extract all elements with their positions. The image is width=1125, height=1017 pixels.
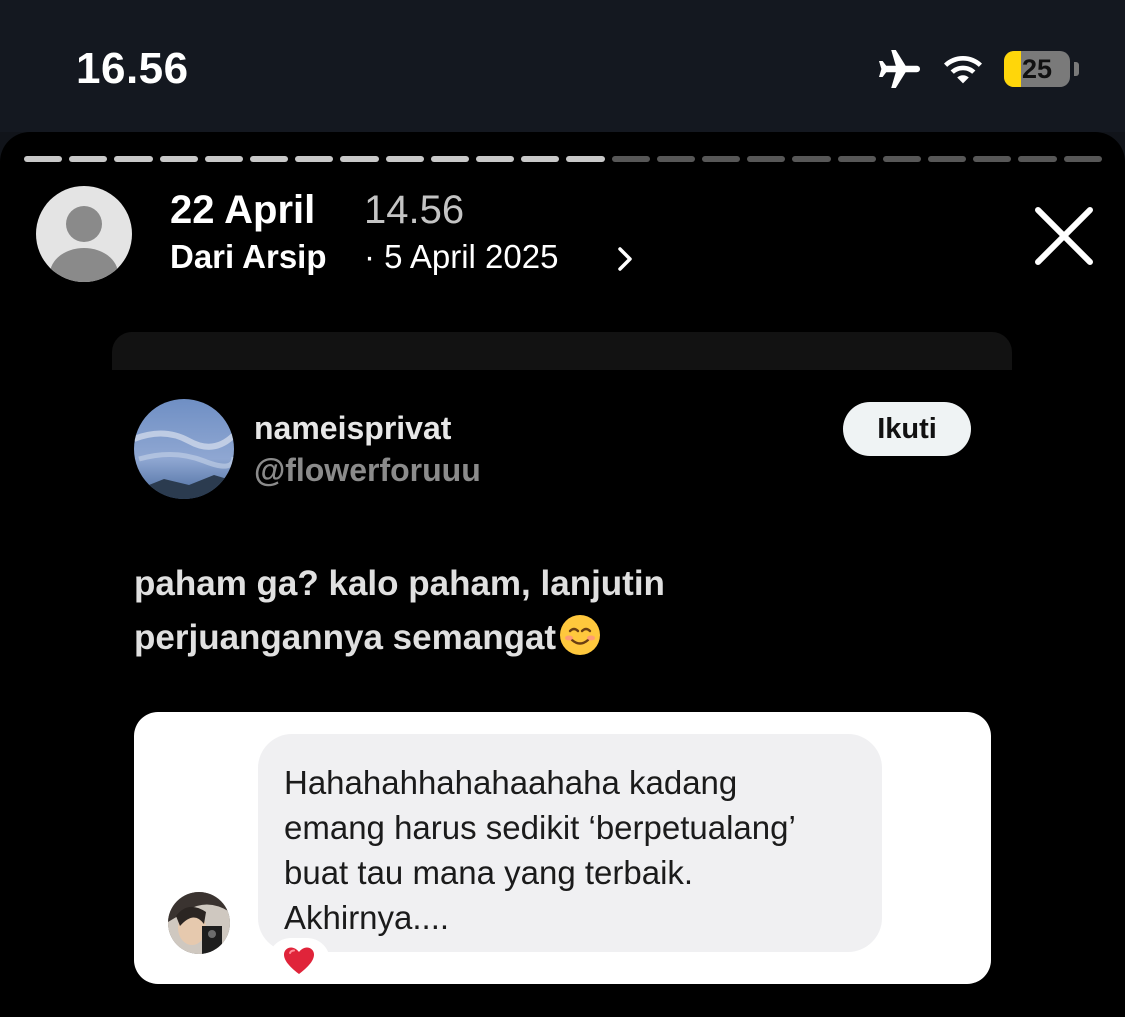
progress-segment <box>295 156 334 162</box>
close-icon <box>1035 207 1093 265</box>
archive-date[interactable]: · 5 April 2025 <box>364 238 558 276</box>
person-photo-image <box>168 892 230 954</box>
progress-segment <box>385 156 424 162</box>
progress-segment <box>204 156 244 162</box>
story-time: 14.56 <box>364 188 465 232</box>
close-button[interactable] <box>1026 198 1102 274</box>
follow-button[interactable]: Ikuti <box>843 402 971 456</box>
progress-segment <box>566 156 605 162</box>
progress-segment <box>430 156 470 162</box>
default-user-icon <box>50 206 118 282</box>
progress-segment <box>250 156 289 162</box>
battery-icon: 25 <box>1004 51 1070 87</box>
message-reaction[interactable] <box>268 938 330 984</box>
chat-message-line: emang harus sedikit ‘berpetualang’ <box>284 809 796 846</box>
progress-segment <box>928 156 967 162</box>
airplane-icon <box>879 50 920 88</box>
progress-segment <box>69 156 108 162</box>
status-icons: 25 <box>876 46 1079 92</box>
sky-avatar-image <box>134 399 234 499</box>
chat-message: Hahahahhahahaahaha kadang emang harus se… <box>284 760 874 940</box>
chat-bubble: Hahahahhahahaahaha kadang emang harus se… <box>258 734 882 952</box>
progress-segment <box>114 156 153 162</box>
progress-segment <box>340 156 379 162</box>
progress-segment <box>1018 156 1057 162</box>
shared-screenshot: nameisprivat @flowerforuuu Ikuti paham g… <box>112 332 1012 1017</box>
chat-message-line: buat tau mana yang terbaik. <box>284 854 694 891</box>
progress-segment <box>521 156 560 162</box>
progress-segment <box>882 156 922 162</box>
progress-segment <box>656 156 696 162</box>
progress-segment <box>973 156 1012 162</box>
progress-segment <box>702 156 741 162</box>
tweet-handle: @flowerforuuu <box>254 452 481 488</box>
progress-segment <box>24 156 63 162</box>
wifi-icon <box>944 56 982 84</box>
progress-segment <box>159 156 198 162</box>
progress-segment <box>747 156 786 162</box>
tweet-display-name: nameisprivat <box>254 410 452 446</box>
smiling-face-emoji-icon <box>560 615 601 655</box>
chevron-right-icon[interactable] <box>614 244 636 274</box>
archive-label[interactable]: Dari Arsip <box>170 238 327 276</box>
progress-segment <box>837 156 876 162</box>
status-bar: 16.56 25 <box>0 0 1125 132</box>
chat-message-line: Hahahahhahahaahaha kadang <box>284 764 738 801</box>
profile-avatar[interactable] <box>36 186 132 282</box>
tweet-text-line: perjuangannya semangat <box>134 611 954 665</box>
tweet-text: paham ga? kalo paham, lanjutin perjuanga… <box>134 557 954 665</box>
chat-screenshot-card: Hahahahhahahaahaha kadang emang harus se… <box>134 712 991 984</box>
chat-message-line: Akhirnya.... <box>284 899 450 936</box>
battery-nub <box>1074 62 1079 76</box>
story-progress-bar <box>24 156 1102 162</box>
heart-icon <box>284 947 314 974</box>
progress-segment <box>611 156 650 162</box>
tweet-text-segment: perjuangannya semangat <box>134 618 557 657</box>
status-time: 16.56 <box>76 44 189 93</box>
tweet-avatar[interactable] <box>134 399 234 499</box>
progress-segment <box>476 156 515 162</box>
progress-segment <box>792 156 831 162</box>
story-date: 22 April <box>170 188 316 232</box>
screenshot-cropped-top <box>112 332 1012 370</box>
battery-level: 25 <box>1021 54 1053 84</box>
chat-sender-avatar <box>168 892 230 954</box>
tweet-text-line: paham ga? kalo paham, lanjutin <box>134 564 665 603</box>
story-viewer[interactable]: 22 April 14.56 Dari Arsip · 5 April 2025 <box>0 132 1125 1017</box>
progress-segment <box>1063 156 1102 162</box>
